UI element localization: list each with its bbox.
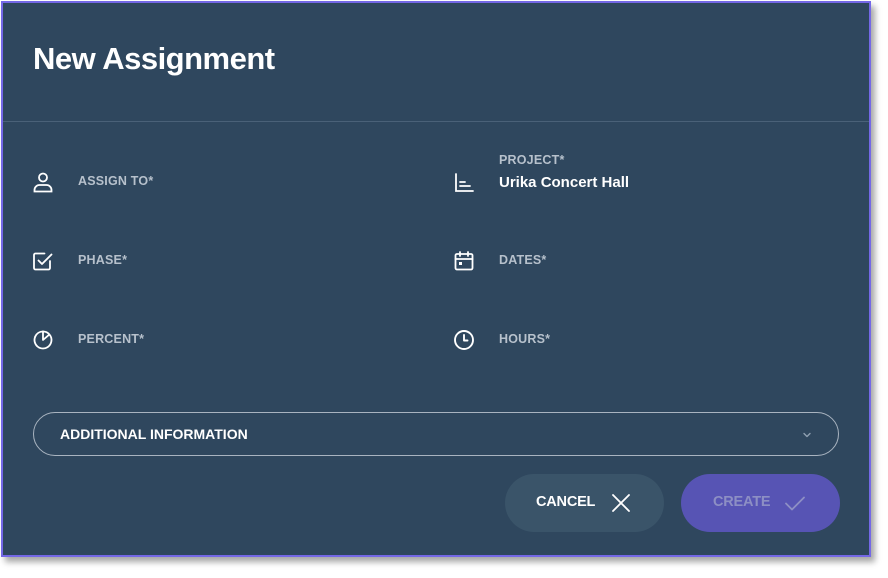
dialog-title: New Assignment	[33, 41, 275, 76]
checkmark-icon	[783, 491, 807, 515]
calendar-icon	[452, 249, 476, 273]
percent-field[interactable]: PERCENT*	[29, 326, 409, 356]
chevron-down-icon	[800, 428, 814, 442]
percent-label: PERCENT*	[78, 332, 145, 346]
clock-icon	[452, 328, 476, 352]
cancel-button-label: CANCEL	[536, 494, 596, 510]
additional-information-label: ADDITIONAL INFORMATION	[60, 426, 248, 442]
header-divider	[3, 121, 869, 122]
project-label: PROJECT*	[499, 153, 565, 167]
assign-to-label: ASSIGN TO*	[78, 174, 154, 188]
create-button[interactable]: CREATE	[681, 474, 840, 532]
checkbox-icon	[31, 249, 55, 273]
hours-field[interactable]: HOURS*	[450, 326, 840, 356]
assign-to-field[interactable]: ASSIGN TO*	[29, 168, 409, 198]
phase-label: PHASE*	[78, 253, 128, 267]
close-icon	[609, 491, 633, 515]
additional-information-dropdown[interactable]: ADDITIONAL INFORMATION	[33, 412, 839, 456]
hours-label: HOURS*	[499, 332, 551, 346]
project-value: Urika Concert Hall	[499, 174, 630, 191]
project-field[interactable]: PROJECT* Urika Concert Hall	[450, 149, 840, 199]
dates-label: DATES*	[499, 253, 547, 267]
create-button-label: CREATE	[713, 494, 771, 510]
new-assignment-dialog: New Assignment ASSIGN TO* PROJECT* Urika…	[1, 1, 871, 557]
phase-field[interactable]: PHASE*	[29, 247, 409, 277]
person-icon	[31, 170, 55, 194]
project-chart-icon	[452, 171, 476, 195]
dates-field[interactable]: DATES*	[450, 247, 840, 277]
pie-chart-icon	[31, 328, 55, 352]
cancel-button[interactable]: CANCEL	[505, 474, 664, 532]
